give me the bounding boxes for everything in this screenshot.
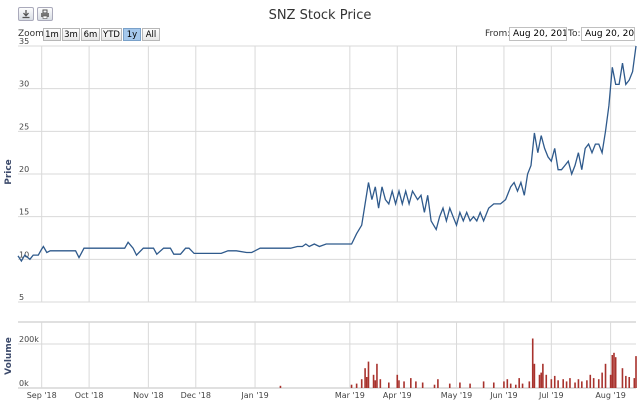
x-tick-label: Nov '18 [133,391,164,400]
price-y-tick: 25 [19,122,29,131]
stock-chart: Sep '18 Oct '18 Nov '18 Dec '18 Jan '19 Mar '… [4,37,637,400]
volume-bar [533,363,536,388]
volume-bar [279,385,282,388]
volume-bar [574,382,576,388]
volume-bar [509,383,512,388]
volume-bar [589,374,592,388]
volume-bar [577,379,580,388]
x-tick-label: Mar '19 [335,391,365,400]
x-tick-label: Aug '19 [595,391,626,400]
volume-bar [514,384,517,388]
volume-bar [597,379,600,388]
volume-bar [621,368,624,388]
volume-bar [374,380,377,388]
volume-bar [459,382,461,388]
volume-bar [367,361,370,388]
volume-bar [528,381,531,388]
volume-bar [437,379,439,388]
volume-bar [604,363,607,388]
volume-bar [625,375,627,388]
volume-bar [562,379,564,388]
volume-bar [469,383,471,388]
volume-bar [492,382,495,388]
price-y-tick: 15 [19,208,29,217]
volume-bar [364,368,366,388]
x-tick-label: Sep '18 [27,391,57,400]
volume-bar [635,356,637,388]
volume-bar [550,379,553,388]
x-tick-label: Dec '18 [181,391,211,400]
volume-bar [614,357,617,388]
price-y-tick: 20 [19,165,29,174]
volume-bar [611,355,614,388]
volume-bar [633,378,636,388]
x-tick-label: Jul '19 [538,391,564,400]
volume-bar [376,363,378,388]
price-axis-title: Price [4,159,14,185]
volume-bar [521,383,524,388]
volume-bar [569,378,571,388]
volume-bar [628,377,631,388]
volume-bar [506,379,509,388]
x-tick-label: Apr '19 [383,391,412,400]
price-y-tick: 35 [19,37,29,46]
volume-bar [592,378,595,388]
price-y-tick: 30 [19,80,29,89]
volume-bar [601,372,603,388]
volume-bar [379,379,382,388]
volume-y-tick: 200k [19,335,39,344]
x-tick-label: May '19 [441,391,472,400]
volume-bar [542,363,544,388]
price-y-tick: 5 [19,293,24,302]
volume-bar [433,384,436,388]
volume-bar [350,384,353,388]
volume-bar [410,378,412,388]
volume-bar [398,380,400,388]
volume-y-tick: 0k [19,379,29,388]
volume-bar [372,374,375,388]
volume-bar [531,338,534,388]
volume-bar [553,375,556,388]
volume-bar [355,383,358,388]
volume-bar [415,381,417,388]
volume-bar [518,378,520,388]
volume-bar [540,372,542,388]
volume-bar [448,383,451,388]
volume-bar [403,381,405,388]
volume-bar [360,379,363,388]
volume-bar [565,381,568,388]
volume-axis-title: Volume [4,337,14,375]
volume-bar [396,374,399,388]
volume-bar [609,374,612,388]
volume-bar [586,380,588,388]
x-tick-label: Jun '19 [489,391,517,400]
price-series-line [17,45,637,263]
volume-bar [388,382,390,388]
x-tick-label: Oct '18 [75,391,104,400]
volume-bar [545,374,548,388]
volume-bar [482,381,485,388]
volume-bar [613,352,615,388]
volume-bar [538,374,541,388]
volume-bar [421,382,424,388]
volume-bar [365,377,368,388]
volume-bar [557,380,559,388]
x-tick-label: Jan '19 [240,391,268,400]
volume-bar [503,381,505,388]
volume-bar [581,381,583,388]
